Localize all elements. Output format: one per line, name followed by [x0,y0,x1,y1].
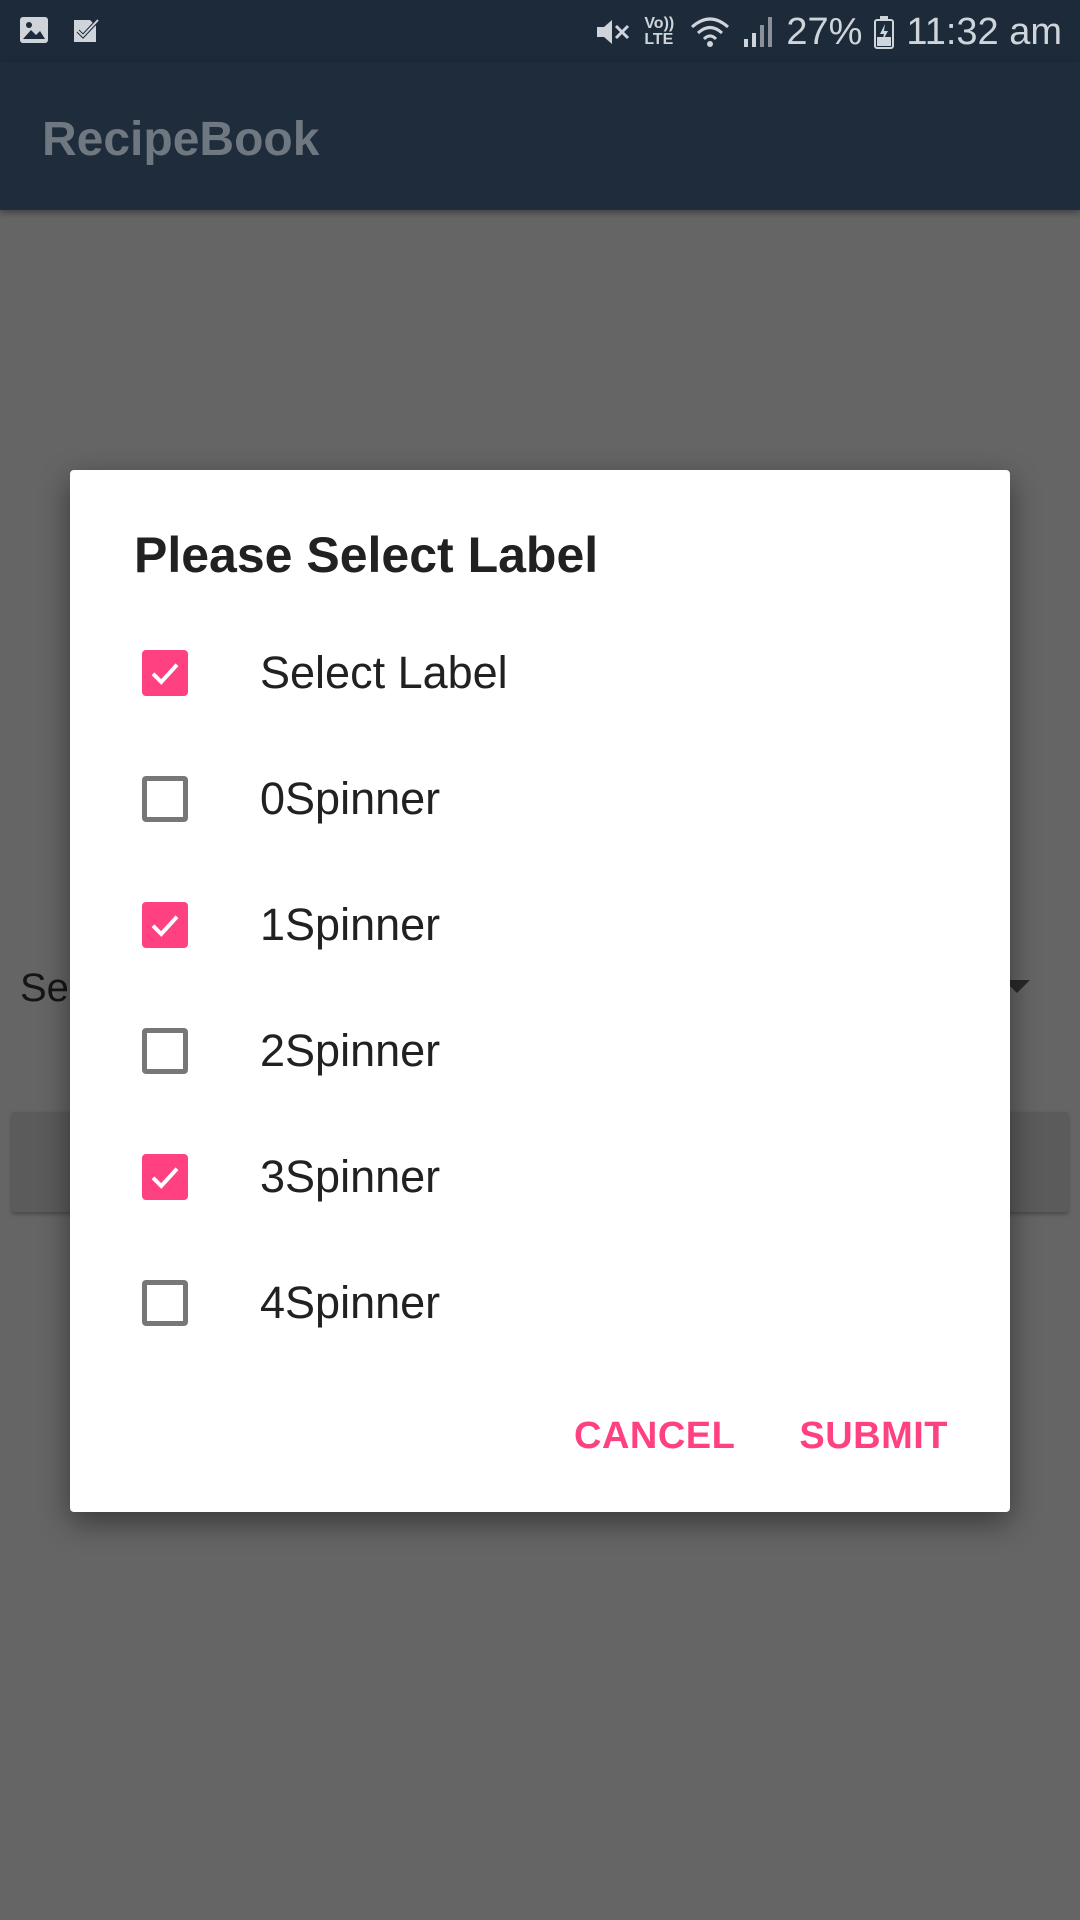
dialog-actions: CANCEL SUBMIT [574,1415,948,1458]
gallery-icon [18,14,50,46]
mute-icon [594,15,632,49]
status-bar: Vo)) LTE 27% 11:32 am [0,0,1080,62]
checkbox[interactable] [142,1154,188,1200]
checkbox[interactable] [142,650,188,696]
check-icon [151,915,179,937]
background-spinner-text: Se [20,966,69,1010]
battery-icon [874,15,895,49]
battery-percent: 27% [786,10,863,53]
option-2spinner[interactable]: 2Spinner [70,988,1010,1114]
wifi-icon [690,15,730,49]
check-icon [151,1167,179,1189]
submit-button[interactable]: SUBMIT [799,1415,948,1458]
clock: 11:32 am [906,10,1062,53]
option-3spinner[interactable]: 3Spinner [70,1114,1010,1240]
dialog-title: Please Select Label [134,527,599,583]
cancel-button[interactable]: CANCEL [574,1415,735,1458]
option-1spinner[interactable]: 1Spinner [70,862,1010,988]
option-4spinner[interactable]: 4Spinner [70,1240,1010,1366]
checkbox[interactable] [142,776,188,822]
checkbox[interactable] [142,902,188,948]
app-bar: RecipeBook [0,62,1080,210]
signal-icon [742,15,774,49]
system-icons: Vo)) LTE 27% 11:32 am [594,8,1062,56]
task-check-icon [70,14,102,46]
check-icon [151,663,179,685]
option-select-label[interactable]: Select Label [70,610,1010,736]
option-label: 4Spinner [260,1277,441,1328]
app-title: RecipeBook [42,113,320,166]
select-label-dialog: Please Select Label Select Label 0Spinne… [70,470,1010,1512]
checkbox[interactable] [142,1280,188,1326]
checkbox[interactable] [142,1028,188,1074]
option-label: Select Label [260,647,508,698]
option-label: 0Spinner [260,773,441,824]
notification-icons [18,14,102,46]
option-label: 1Spinner [260,899,441,950]
volte-icon: Vo)) LTE [644,15,675,48]
option-label: 2Spinner [260,1025,441,1076]
option-label: 3Spinner [260,1151,441,1202]
option-0spinner[interactable]: 0Spinner [70,736,1010,862]
options-list: Select Label 0Spinner 1Spinner 2Spinner … [70,610,1010,1366]
